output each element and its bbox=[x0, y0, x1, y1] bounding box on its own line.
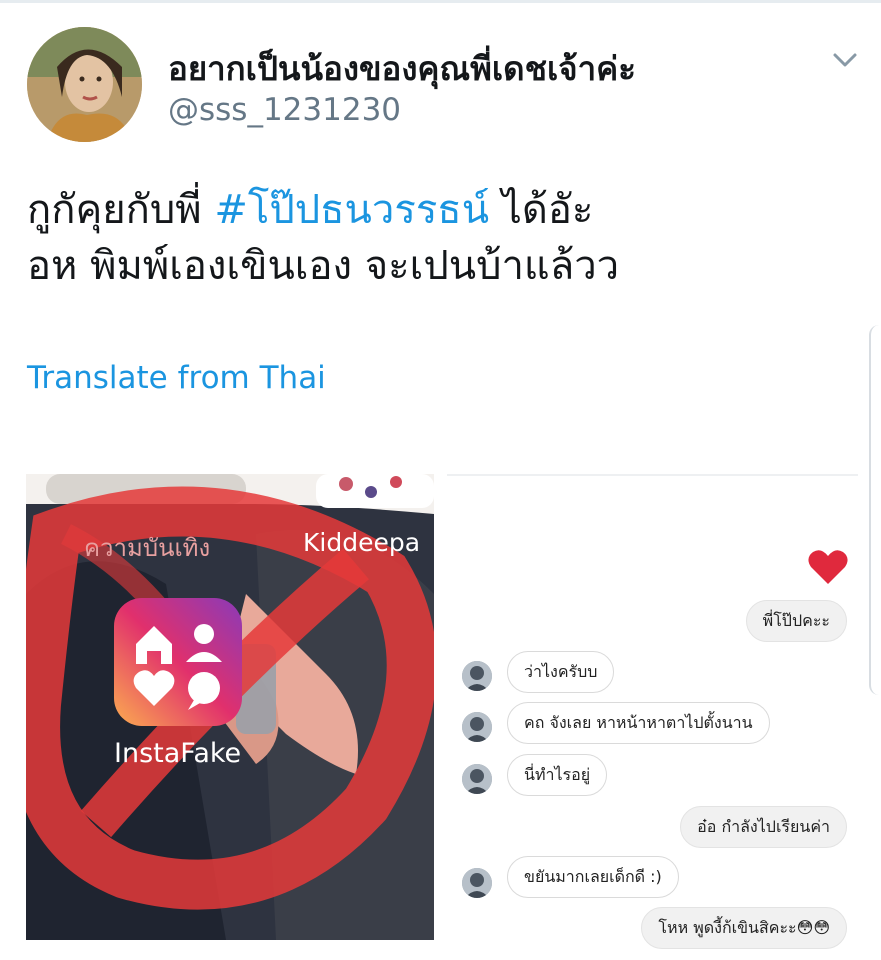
sender-avatar bbox=[462, 764, 492, 794]
chevron-down-icon[interactable] bbox=[830, 48, 860, 72]
tweet-line-2: อห พิมพ์เองเขินเอง จะเปนบ้าแล้วว bbox=[27, 243, 620, 289]
heart-icon bbox=[808, 550, 848, 584]
chat-message-in: ขยันมากเลยเด็กดี :) bbox=[507, 856, 679, 898]
avatar-photo bbox=[27, 27, 142, 142]
avatar[interactable] bbox=[27, 27, 142, 142]
side-panel-edge bbox=[869, 325, 881, 695]
tweet-text-part: กูกัคุยกับพี่ bbox=[27, 187, 215, 233]
chat-message-out: อ๋อ กำลังไปเรียนค่า bbox=[680, 806, 847, 848]
sender-avatar-photo bbox=[462, 661, 492, 691]
user-handle[interactable]: @sss_1231230 bbox=[168, 92, 401, 128]
sender-avatar-photo bbox=[462, 712, 492, 742]
app-label-partial: Kiddeepa bbox=[303, 528, 421, 557]
chat-message-in: นี่ทำไรอยู่ bbox=[507, 754, 608, 796]
sender-avatar-photo bbox=[462, 868, 492, 898]
top-divider bbox=[0, 0, 881, 3]
app-category-label: ความบันเทิง bbox=[84, 534, 211, 562]
hashtag-link[interactable]: #โป๊ปธนวรรธน์ bbox=[214, 187, 489, 233]
sender-avatar bbox=[462, 661, 492, 691]
tweet-text: กูกัคุยกับพี่ #โป๊ปธนวรรธน์ ได้อัะ อห พิ… bbox=[27, 182, 847, 294]
chat-message-out: โหห พูดงี้ก้เขินสิคะะ😳😳 bbox=[641, 907, 847, 949]
chat-message-in: คถ จังเลย หาหน้าหาตาไปตั้งนาน bbox=[507, 702, 770, 744]
instafake-app-label: InstaFake bbox=[114, 738, 242, 769]
tweet-text-part: ได้อัะ bbox=[489, 187, 594, 233]
sender-avatar-photo bbox=[462, 764, 492, 794]
tweet-line-1: กูกัคุยกับพี่ #โป๊ปธนวรรธน์ ได้อัะ bbox=[27, 182, 847, 238]
chat-message-in: ว่าไงครับบ bbox=[507, 651, 615, 693]
chat-message-out: พี่โป๊ปคะะ bbox=[745, 600, 847, 642]
sender-avatar bbox=[462, 868, 492, 898]
translate-link[interactable]: Translate from Thai bbox=[27, 360, 326, 396]
sender-avatar bbox=[462, 712, 492, 742]
display-name[interactable]: อยากเป็นน้องของคุณพี่เดชเจ้าค่ะ bbox=[168, 42, 636, 95]
